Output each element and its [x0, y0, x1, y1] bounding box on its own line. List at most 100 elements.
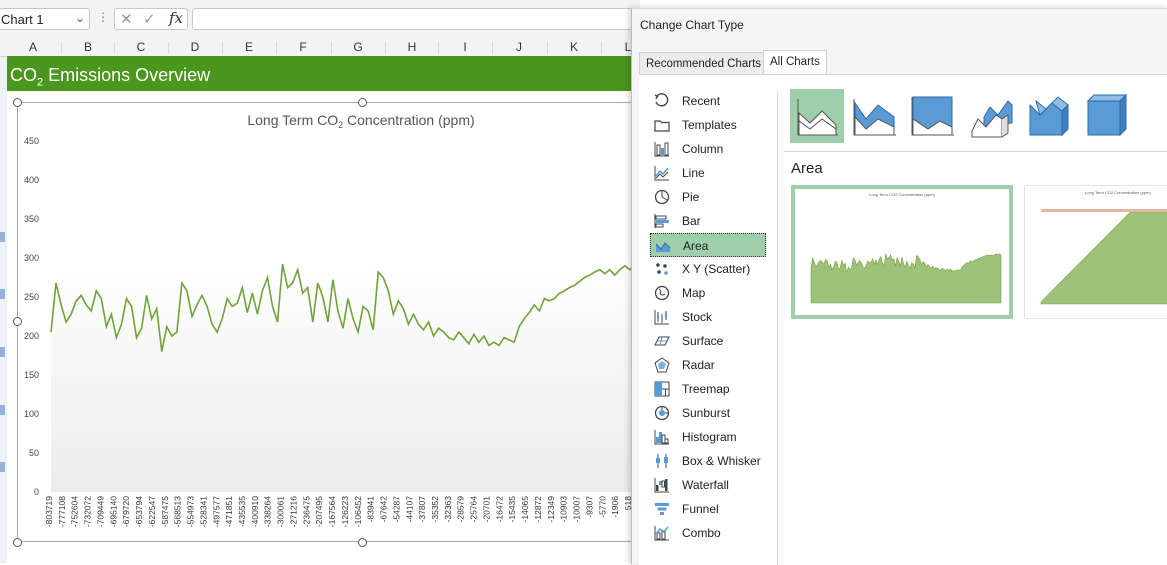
chart-preview-area[interactable]: Long Term CO2 Concentration (ppm) — [791, 185, 1013, 319]
x-tick-label: -1906 — [610, 496, 620, 518]
subtype-stacked-area[interactable] — [848, 89, 902, 143]
title-banner[interactable]: CO2 Emissions Overview — [7, 56, 647, 91]
x-tick-label: -471851 — [224, 496, 234, 527]
folder-icon — [654, 120, 670, 132]
x-tick-label: -5770 — [597, 496, 607, 518]
area-subtype-icon — [797, 99, 838, 136]
tab-all-charts[interactable]: All Charts — [763, 50, 827, 74]
subtype-area[interactable] — [790, 89, 844, 143]
formula-input[interactable] — [192, 8, 652, 30]
chart-type-line[interactable]: Line — [650, 161, 766, 185]
x-tick-label: -25764 — [469, 496, 479, 523]
subtype-3d-area[interactable] — [964, 89, 1018, 143]
subtype-title: Area — [791, 160, 823, 177]
preview-area — [810, 253, 1002, 304]
chart-type-pie[interactable]: Pie — [650, 185, 766, 209]
formula-controls: ✕ ✓ fx — [114, 8, 188, 30]
enter-icon[interactable]: ✓ — [143, 10, 156, 28]
combo-chart-icon — [654, 526, 669, 541]
cancel-icon[interactable]: ✕ — [120, 10, 133, 28]
column-header[interactable]: F — [276, 40, 330, 54]
chart-type-sunburst[interactable]: Sunburst — [650, 401, 766, 425]
resize-handle[interactable] — [13, 98, 22, 107]
column-header[interactable]: J — [492, 40, 546, 54]
chart-type-bar[interactable]: Bar — [650, 209, 766, 233]
subtype-3d-stacked-area[interactable] — [1022, 89, 1076, 143]
column-header[interactable]: D — [168, 40, 222, 54]
x-tick-label: -83941 — [366, 496, 376, 523]
chart-type-combo[interactable]: Combo — [650, 521, 766, 545]
resize-handle[interactable] — [13, 317, 22, 326]
more-options-icon[interactable]: ⋮ — [97, 10, 109, 24]
chart-type-radar[interactable]: Radar — [650, 353, 766, 377]
x-tick-label: -14065 — [520, 496, 530, 523]
x-tick-label: -554973 — [186, 496, 196, 527]
column-header[interactable]: I — [438, 40, 492, 54]
chart-type-map[interactable]: Map — [650, 281, 766, 305]
funnel-chart-icon — [655, 503, 669, 515]
insert-function-icon[interactable]: fx — [169, 9, 183, 27]
chart-type-recent[interactable]: Recent — [650, 89, 766, 113]
chart-type-funnel[interactable]: Funnel — [650, 497, 766, 521]
dialog-title: Change Chart Type — [640, 18, 744, 32]
x-tick-label: -338264 — [263, 496, 273, 527]
chevron-down-icon[interactable]: ⌄ — [75, 11, 85, 25]
chart-type-area[interactable]: Area — [650, 233, 766, 257]
chart-type-treemap[interactable]: Treemap — [650, 377, 766, 401]
resize-handle[interactable] — [358, 98, 367, 107]
column-header[interactable]: C — [114, 40, 168, 54]
pie-chart-icon — [654, 189, 670, 205]
x-tick-label: -37807 — [417, 496, 427, 523]
x-tick-label: -587475 — [160, 496, 170, 527]
stacked-area-subtype-icon — [853, 99, 896, 136]
x-tick-label: -435535 — [237, 496, 247, 527]
subtype-3d-100-stacked-area[interactable] — [1080, 89, 1134, 143]
chart-preview-stacked-area[interactable]: Long Term CO2 Concentration (ppm) — [1024, 185, 1167, 319]
x-tick-label: -236475 — [301, 496, 311, 527]
chart-type-waterfall[interactable]: Waterfall — [650, 473, 766, 497]
surface-chart-icon — [654, 336, 670, 346]
y-tick-label: 300 — [24, 253, 39, 263]
chart-type-box-whisker[interactable]: Box & Whisker — [650, 449, 766, 473]
x-tick-label: -653794 — [134, 496, 144, 527]
resize-handle[interactable] — [358, 538, 367, 547]
histogram-chart-icon — [654, 430, 669, 445]
x-tick-label: -10903 — [559, 496, 569, 523]
panel-divider — [777, 91, 778, 565]
y-tick-label: 400 — [24, 175, 39, 185]
x-tick-label: -679720 — [121, 496, 131, 527]
column-header[interactable]: G — [331, 40, 385, 54]
column-header[interactable]: H — [385, 40, 439, 54]
chart-type-templates[interactable]: Templates — [650, 113, 766, 137]
chart-type-histogram[interactable]: Histogram — [650, 425, 766, 449]
chart-type-scatter[interactable]: X Y (Scatter) — [650, 257, 766, 281]
x-tick-label: -207495 — [314, 496, 324, 527]
name-box[interactable]: Chart 1 ⌄ — [0, 8, 90, 30]
subtype-100-stacked-area[interactable] — [906, 89, 960, 143]
column-header[interactable]: E — [222, 40, 276, 54]
3d-stacked-area-subtype-icon — [1029, 96, 1069, 137]
x-tick-label: -695140 — [108, 496, 118, 527]
column-header[interactable]: A — [6, 40, 60, 54]
formula-bar: Chart 1 ⌄ ⋮ ✕ ✓ fx — [0, 0, 652, 40]
sunburst-chart-icon — [654, 405, 670, 421]
column-header[interactable]: K — [547, 40, 601, 54]
percent-stacked-area-subtype-icon — [911, 96, 954, 136]
column-header[interactable]: B — [61, 40, 115, 54]
x-tick-label: -10007 — [572, 496, 582, 523]
co2-chart[interactable]: Long Term CO2 Concentration (ppm) 0 50 100 1… — [18, 103, 640, 541]
chart-type-stock[interactable]: Stock — [650, 305, 766, 329]
x-tick-label: -12349 — [546, 496, 556, 523]
preview-area-chart — [810, 253, 1002, 304]
plot-area-fill — [51, 258, 640, 492]
scatter-chart-icon — [656, 263, 668, 275]
name-box-value: Chart 1 — [1, 12, 44, 27]
chart-type-surface[interactable]: Surface — [650, 329, 766, 353]
x-tick-label: -803719 — [44, 496, 54, 527]
chart-type-column[interactable]: Column — [650, 137, 766, 161]
y-tick-label: 50 — [29, 448, 39, 458]
tab-recommended-charts[interactable]: Recommended Charts — [639, 52, 769, 74]
y-tick-label: 100 — [24, 409, 39, 419]
resize-handle[interactable] — [13, 538, 22, 547]
chart-title[interactable]: Long Term CO2 Concentration (ppm) — [247, 112, 474, 130]
